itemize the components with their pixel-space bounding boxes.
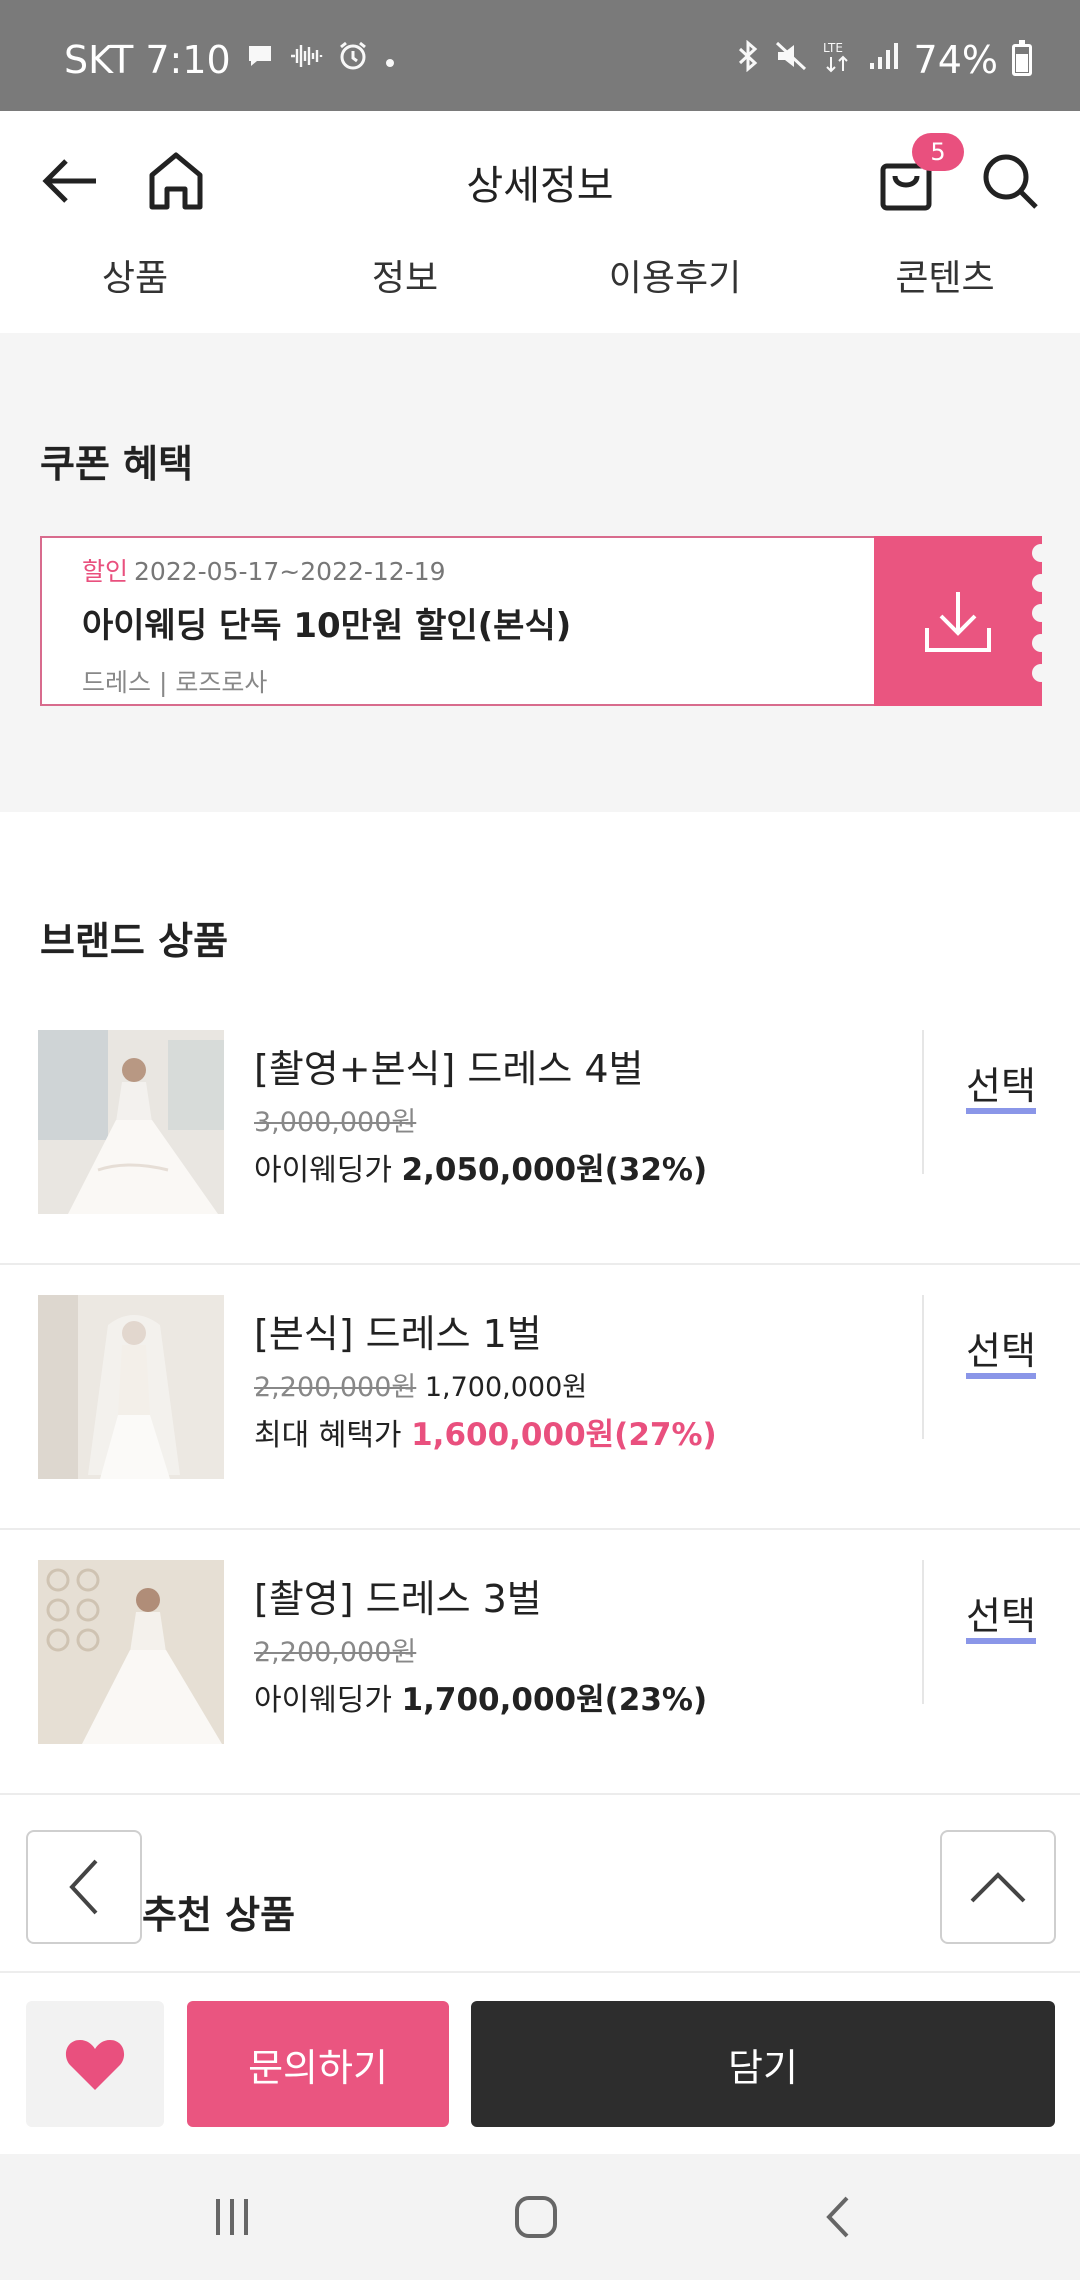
coupon-body: 할인 2022-05-17~2022-12-19 아이웨딩 단독 10만원 할인(… xyxy=(40,536,874,706)
signal-icon xyxy=(868,41,900,79)
product-select-button[interactable]: 선택 xyxy=(966,1596,1036,1644)
back-nav-icon xyxy=(826,2196,849,2238)
chevron-up-icon xyxy=(970,1872,1026,1903)
back-nav-button[interactable] xyxy=(798,2184,878,2250)
product-original-price: 3,000,000원 xyxy=(254,1107,417,1138)
product-image[interactable] xyxy=(38,1560,224,1744)
chevron-left-icon xyxy=(69,1859,98,1915)
coupon-category: 드레스 xyxy=(82,668,152,697)
tab-reviews[interactable]: 이용후기 xyxy=(540,243,810,333)
home-nav-icon xyxy=(515,2196,557,2238)
cart-count-badge: 5 xyxy=(912,133,964,171)
coupon-period-line: 할인 2022-05-17~2022-12-19 xyxy=(82,552,834,588)
inquiry-button[interactable]: 문의하기 xyxy=(187,2001,449,2127)
product-item[interactable]: [촬영] 드레스 3벌 2,200,000원 아이웨딩가 1,700,000원(… xyxy=(0,1530,1080,1795)
system-nav-bar xyxy=(0,2154,1080,2280)
detail-tabs: 상품 정보 이용후기 콘텐츠 xyxy=(0,243,1080,333)
prev-button[interactable] xyxy=(26,1830,142,1944)
battery-icon xyxy=(1012,40,1032,76)
bottom-action-bar: 문의하기 담기 xyxy=(0,1971,1080,2154)
status-left: SKT 7:10 xyxy=(64,38,397,82)
product-price-line: 아이웨딩가 1,700,000원(23%) xyxy=(254,1674,707,1719)
svg-text:LTE: LTE xyxy=(823,41,843,55)
product-original-price-line: 3,000,000원 xyxy=(254,1100,416,1139)
coupon-download-button[interactable] xyxy=(874,536,1050,706)
coupon-name: 아이웨딩 단독 10만원 할인(본식) xyxy=(82,606,572,646)
search-button[interactable] xyxy=(974,145,1046,217)
coupon-separator: | xyxy=(158,668,168,697)
recent-apps-button[interactable] xyxy=(192,2184,272,2250)
coupon-notch xyxy=(1032,664,1050,682)
product-item[interactable]: [촬영+본식] 드레스 4벌 3,000,000원 아이웨딩가 2,050,00… xyxy=(0,1000,1080,1265)
search-icon xyxy=(983,154,1038,209)
product-price-label: 아이웨딩가 xyxy=(254,1153,392,1188)
product-price-line: 아이웨딩가 2,050,000원(32%) xyxy=(254,1144,707,1189)
product-image[interactable] xyxy=(38,1030,224,1214)
recommended-title: 추천 상품 xyxy=(142,1893,296,1937)
product-price-label: 최대 혜택가 xyxy=(254,1418,402,1453)
scroll-top-button[interactable] xyxy=(940,1830,1056,1944)
wishlist-button[interactable] xyxy=(26,2001,164,2127)
brand-products-title: 브랜드 상품 xyxy=(40,919,229,963)
coupon-tag: 할인 xyxy=(82,557,129,586)
coupon-notch xyxy=(1032,604,1050,622)
lte-icon: LTE xyxy=(822,39,854,81)
product-original-price-line: 2,200,000원 xyxy=(254,1630,416,1669)
product-original-price: 2,200,000원 xyxy=(254,1637,417,1668)
product-name: [촬영+본식] 드레스 4벌 xyxy=(254,1047,644,1091)
carrier-time: SKT 7:10 xyxy=(64,38,231,82)
battery-percent: 74% xyxy=(913,38,998,82)
tab-contents[interactable]: 콘텐츠 xyxy=(810,243,1080,333)
product-image[interactable] xyxy=(38,1295,224,1479)
alarm-icon xyxy=(337,40,369,80)
product-select-button[interactable]: 선택 xyxy=(966,1331,1036,1379)
product-price: 2,050,000원(32%) xyxy=(401,1152,708,1188)
tab-info[interactable]: 정보 xyxy=(270,243,540,333)
heart-icon xyxy=(65,2040,125,2090)
product-price-line: 최대 혜택가 1,600,000원(27%) xyxy=(254,1409,717,1454)
product-select-button[interactable]: 선택 xyxy=(966,1066,1036,1114)
message-icon xyxy=(245,41,275,79)
product-price: 1,700,000원(23%) xyxy=(401,1682,708,1718)
tab-product[interactable]: 상품 xyxy=(0,243,270,333)
product-item[interactable]: [본식] 드레스 1벌 2,200,000원 1,700,000원 최대 혜택가… xyxy=(0,1265,1080,1530)
audio-icon xyxy=(289,41,323,79)
status-bar: SKT 7:10 LTE 74% xyxy=(0,0,1080,111)
coupon-meta: 드레스 | 로즈로사 xyxy=(82,663,834,699)
product-sale-price: 1,700,000원 xyxy=(424,1372,588,1403)
add-to-cart-button[interactable]: 담기 xyxy=(471,2001,1055,2127)
product-divider xyxy=(922,1560,924,1704)
status-right: LTE 74% xyxy=(736,38,1032,82)
home-nav-button[interactable] xyxy=(496,2184,576,2250)
bluetooth-icon xyxy=(736,39,760,80)
coupon-brand: 로즈로사 xyxy=(175,668,268,697)
product-original-price: 2,200,000원 xyxy=(254,1372,417,1403)
product-name: [촬영] 드레스 3벌 xyxy=(254,1577,542,1621)
dot-icon xyxy=(383,43,397,78)
download-icon xyxy=(925,592,991,652)
coupon-notch xyxy=(1032,574,1050,592)
coupon-section-title: 쿠폰 혜택 xyxy=(40,442,194,486)
coupon-notch xyxy=(1032,634,1050,652)
coupon-card[interactable]: 할인 2022-05-17~2022-12-19 아이웨딩 단독 10만원 할인(… xyxy=(40,536,1050,706)
app-header: 상세정보 xyxy=(0,111,1080,243)
coupon-notch xyxy=(1032,544,1050,562)
mute-icon xyxy=(774,40,808,80)
recent-apps-icon xyxy=(216,2199,248,2235)
product-divider xyxy=(922,1030,924,1174)
coupon-section: 쿠폰 혜택 할인 2022-05-17~2022-12-19 아이웨딩 단독 10… xyxy=(0,333,1080,812)
product-original-price-line: 2,200,000원 1,700,000원 xyxy=(254,1365,587,1404)
product-name: [본식] 드레스 1벌 xyxy=(254,1312,542,1356)
product-divider xyxy=(922,1295,924,1439)
coupon-period: 2022-05-17~2022-12-19 xyxy=(134,557,446,586)
product-price-label: 아이웨딩가 xyxy=(254,1683,392,1718)
product-price: 1,600,000원(27%) xyxy=(411,1417,717,1453)
